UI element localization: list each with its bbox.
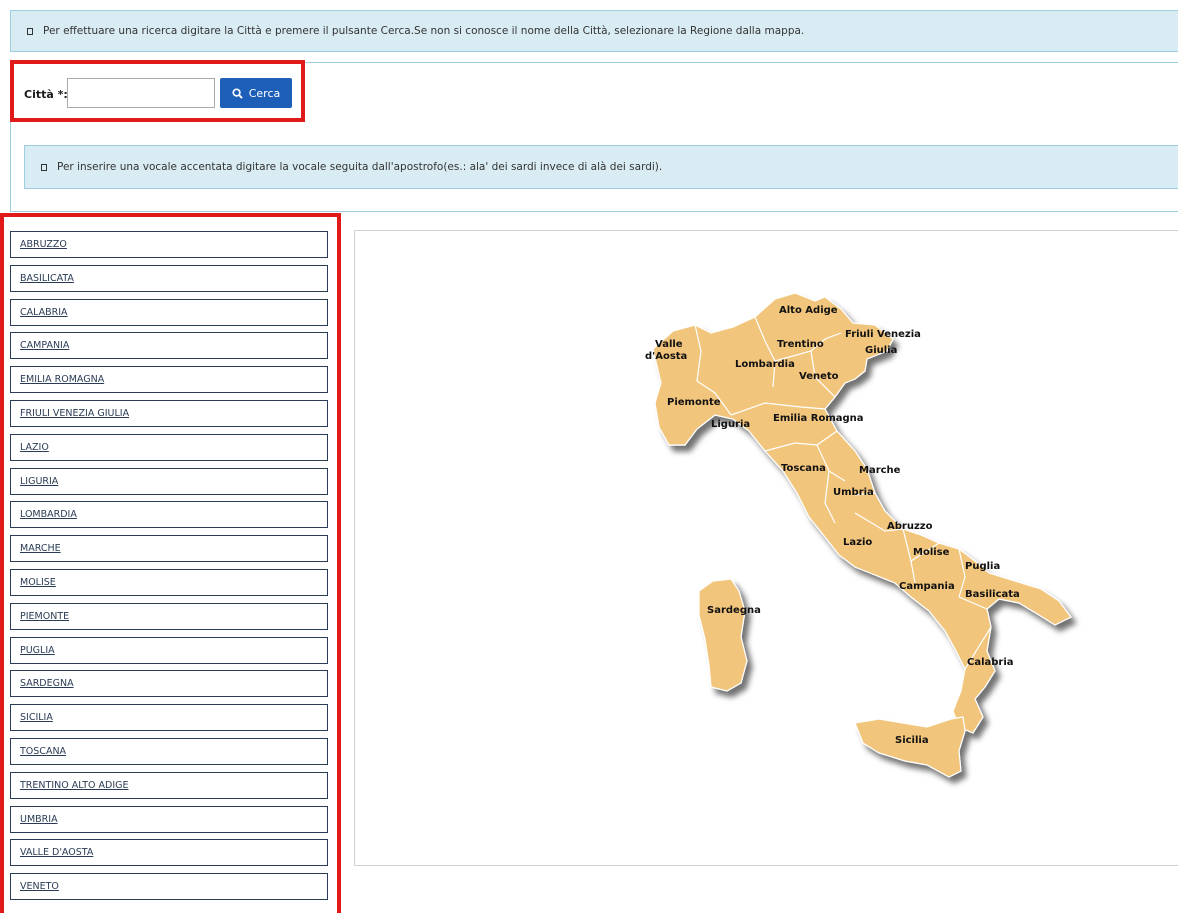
map-label-abruzzo[interactable]: Abruzzo bbox=[887, 521, 933, 532]
search-instructions-text: Per effettuare una ricerca digitare la C… bbox=[43, 25, 805, 37]
map-label-toscana[interactable]: Toscana bbox=[781, 463, 826, 474]
map-label-alto-adige[interactable]: Alto Adige bbox=[779, 305, 838, 316]
map-label-sardegna[interactable]: Sardegna bbox=[707, 605, 761, 616]
region-list-highlight-frame bbox=[0, 213, 341, 913]
info-icon bbox=[27, 27, 33, 35]
map-label-valle-2[interactable]: d'Aosta bbox=[645, 351, 687, 362]
search-instructions-alert: Per effettuare una ricerca digitare la C… bbox=[10, 10, 1178, 52]
italy-map: Alto Adige Friuli Venezia Giulia Valle d… bbox=[645, 292, 1072, 778]
map-label-veneto[interactable]: Veneto bbox=[799, 371, 839, 382]
accent-instructions-alert: Per inserire una vocale accentata digita… bbox=[24, 145, 1178, 189]
region-shape-sicilia[interactable] bbox=[854, 716, 966, 778]
accent-instructions-text: Per inserire una vocale accentata digita… bbox=[57, 161, 663, 173]
map-label-marche[interactable]: Marche bbox=[859, 465, 901, 476]
map-label-campania[interactable]: Campania bbox=[899, 581, 955, 592]
search-highlight-frame bbox=[10, 60, 305, 122]
map-label-puglia[interactable]: Puglia bbox=[965, 561, 1000, 572]
map-label-liguria[interactable]: Liguria bbox=[711, 419, 750, 430]
map-label-molise[interactable]: Molise bbox=[913, 547, 950, 558]
map-label-lazio[interactable]: Lazio bbox=[843, 537, 872, 548]
map-label-piemonte[interactable]: Piemonte bbox=[667, 397, 721, 408]
region-shape-sardegna[interactable] bbox=[698, 578, 748, 692]
map-panel: Alto Adige Friuli Venezia Giulia Valle d… bbox=[354, 230, 1178, 866]
info-icon bbox=[41, 163, 47, 171]
map-label-lombardia[interactable]: Lombardia bbox=[735, 359, 795, 370]
map-label-sicilia[interactable]: Sicilia bbox=[895, 735, 929, 746]
map-label-valle[interactable]: Valle bbox=[655, 339, 683, 350]
map-label-basilicata[interactable]: Basilicata bbox=[965, 589, 1020, 600]
map-label-umbria[interactable]: Umbria bbox=[833, 487, 874, 498]
map-label-friuli-2[interactable]: Giulia bbox=[865, 345, 897, 356]
map-label-friuli[interactable]: Friuli Venezia bbox=[845, 329, 921, 340]
map-label-emilia-romagna[interactable]: Emilia Romagna bbox=[773, 413, 864, 424]
map-label-calabria[interactable]: Calabria bbox=[967, 657, 1014, 668]
map-label-trentino[interactable]: Trentino bbox=[777, 339, 824, 350]
italy-shape bbox=[652, 292, 1072, 778]
